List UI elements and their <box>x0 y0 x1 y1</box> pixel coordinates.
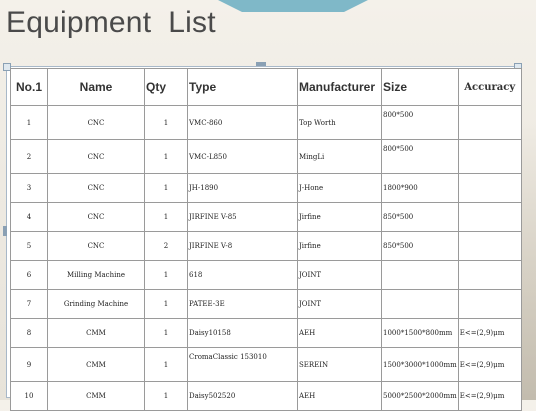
header-name: Name <box>47 68 145 106</box>
cell-no: 9 <box>10 347 48 382</box>
cell-manufacturer: J-Hone <box>297 173 382 203</box>
cell-type: VMC-860 <box>187 105 298 140</box>
cell-size: 850*500 <box>381 231 459 261</box>
cell-type: JIRFINE V-8 <box>187 231 298 261</box>
cell-manufacturer: JOINT <box>297 260 382 290</box>
cell-qty: 1 <box>144 202 188 232</box>
cell-type: Daisy502520 <box>187 381 298 411</box>
cell-no: 3 <box>10 173 48 203</box>
cell-name: CMM <box>47 347 145 382</box>
cell-no: 7 <box>10 289 48 319</box>
table-row: 6 Milling Machine 1 618 JOINT <box>10 260 522 290</box>
table-row: 3 CNC 1 JH-1890 J-Hone 1800*900 <box>10 173 522 203</box>
cell-name: CMM <box>47 381 145 411</box>
cell-manufacturer: Jirfine <box>297 202 382 232</box>
cell-size: 850*500 <box>381 202 459 232</box>
cell-name: CNC <box>47 139 145 174</box>
cell-no: 2 <box>10 139 48 174</box>
table-row: 2 CNC 1 VMC-L850 MingLi 800*500 <box>10 139 522 174</box>
cell-manufacturer: MingLi <box>297 139 382 174</box>
header-qty: Qty <box>144 68 188 106</box>
table-row: 9 CMM 1 CromaClassic 153010 SEREIN 1500*3000*… <box>10 347 522 382</box>
cell-no: 1 <box>10 105 48 140</box>
cell-no: 10 <box>10 381 48 411</box>
header-no: No.1 <box>10 68 48 106</box>
cell-size: 800*500 <box>381 105 459 140</box>
cell-size: 1500*3000*1000mm <box>381 347 459 382</box>
cell-size: 5000*2500*2000mm <box>381 381 459 411</box>
cell-size <box>381 260 459 290</box>
cell-qty: 1 <box>144 173 188 203</box>
cell-type: Daisy10158 <box>187 318 298 348</box>
cell-no: 6 <box>10 260 48 290</box>
table-header-row: No.1 Name Qty Type Manufacturer Size Acc… <box>10 68 522 106</box>
cell-accuracy: E<=(2,9)μm <box>457 318 522 348</box>
header-size: Size <box>381 68 459 106</box>
cell-accuracy: E<=(2,9)μm <box>457 381 522 411</box>
table-row: 1 CNC 1 VMC-860 Top Worth 800*500 <box>10 105 522 140</box>
cell-name: Grinding Machine <box>47 289 145 319</box>
cell-no: 8 <box>10 318 48 348</box>
cell-name: CMM <box>47 318 145 348</box>
cell-accuracy <box>457 105 522 140</box>
table-body: 1 CNC 1 VMC-860 Top Worth 800*500 2 CNC 1 VMC-L85… <box>10 105 522 411</box>
table-row: 4 CNC 1 JIRFINE V-85 Jirfine 850*500 <box>10 202 522 232</box>
cell-qty: 1 <box>144 347 188 382</box>
cell-accuracy <box>457 289 522 319</box>
resize-handle-left[interactable] <box>3 226 7 236</box>
cell-qty: 1 <box>144 260 188 290</box>
cell-accuracy: E<=(2,9)μm <box>457 347 522 382</box>
header-accuracy: Accuracy <box>457 68 522 106</box>
table-row: 8 CMM 1 Daisy10158 AEH 1000*1500*800mm E<=(2,9… <box>10 318 522 348</box>
cell-size: 1000*1500*800mm <box>381 318 459 348</box>
cell-manufacturer: SEREIN <box>297 347 382 382</box>
cell-qty: 1 <box>144 318 188 348</box>
cell-type: JIRFINE V-85 <box>187 202 298 232</box>
cell-qty: 1 <box>144 139 188 174</box>
resize-handle-top[interactable] <box>256 62 266 66</box>
cell-accuracy <box>457 202 522 232</box>
cell-size <box>381 289 459 319</box>
cell-name: CNC <box>47 173 145 203</box>
cell-accuracy <box>457 231 522 261</box>
cell-type: 618 <box>187 260 298 290</box>
cell-accuracy <box>457 260 522 290</box>
cell-qty: 1 <box>144 289 188 319</box>
cell-manufacturer: Top Worth <box>297 105 382 140</box>
cell-manufacturer: JOINT <box>297 289 382 319</box>
cell-type: VMC-L850 <box>187 139 298 174</box>
table-row: 10 CMM 1 Daisy502520 AEH 5000*2500*2000mm E<=(… <box>10 381 522 411</box>
header-type: Type <box>187 68 298 106</box>
equipment-table: No.1 Name Qty Type Manufacturer Size Acc… <box>10 68 522 411</box>
table-row: 5 CNC 2 JIRFINE V-8 Jirfine 850*500 <box>10 231 522 261</box>
cell-accuracy <box>457 173 522 203</box>
cell-type: PATEE-3E <box>187 289 298 319</box>
cell-accuracy <box>457 139 522 174</box>
cell-name: Milling Machine <box>47 260 145 290</box>
cell-qty: 1 <box>144 381 188 411</box>
table-row: 7 Grinding Machine 1 PATEE-3E JOINT <box>10 289 522 319</box>
cell-type: CromaClassic 153010 <box>187 347 298 382</box>
cell-name: CNC <box>47 231 145 261</box>
cell-size: 1800*900 <box>381 173 459 203</box>
cell-name: CNC <box>47 202 145 232</box>
cell-no: 5 <box>10 231 48 261</box>
cell-manufacturer: AEH <box>297 381 382 411</box>
cell-size: 800*500 <box>381 139 459 174</box>
cell-manufacturer: AEH <box>297 318 382 348</box>
cell-manufacturer: Jirfine <box>297 231 382 261</box>
cell-name: CNC <box>47 105 145 140</box>
cell-qty: 1 <box>144 105 188 140</box>
header-manufacturer: Manufacturer <box>297 68 382 106</box>
cell-type: JH-1890 <box>187 173 298 203</box>
cell-qty: 2 <box>144 231 188 261</box>
cell-no: 4 <box>10 202 48 232</box>
top-accent-shape <box>218 0 368 12</box>
page-title: Equipment List <box>6 6 216 39</box>
